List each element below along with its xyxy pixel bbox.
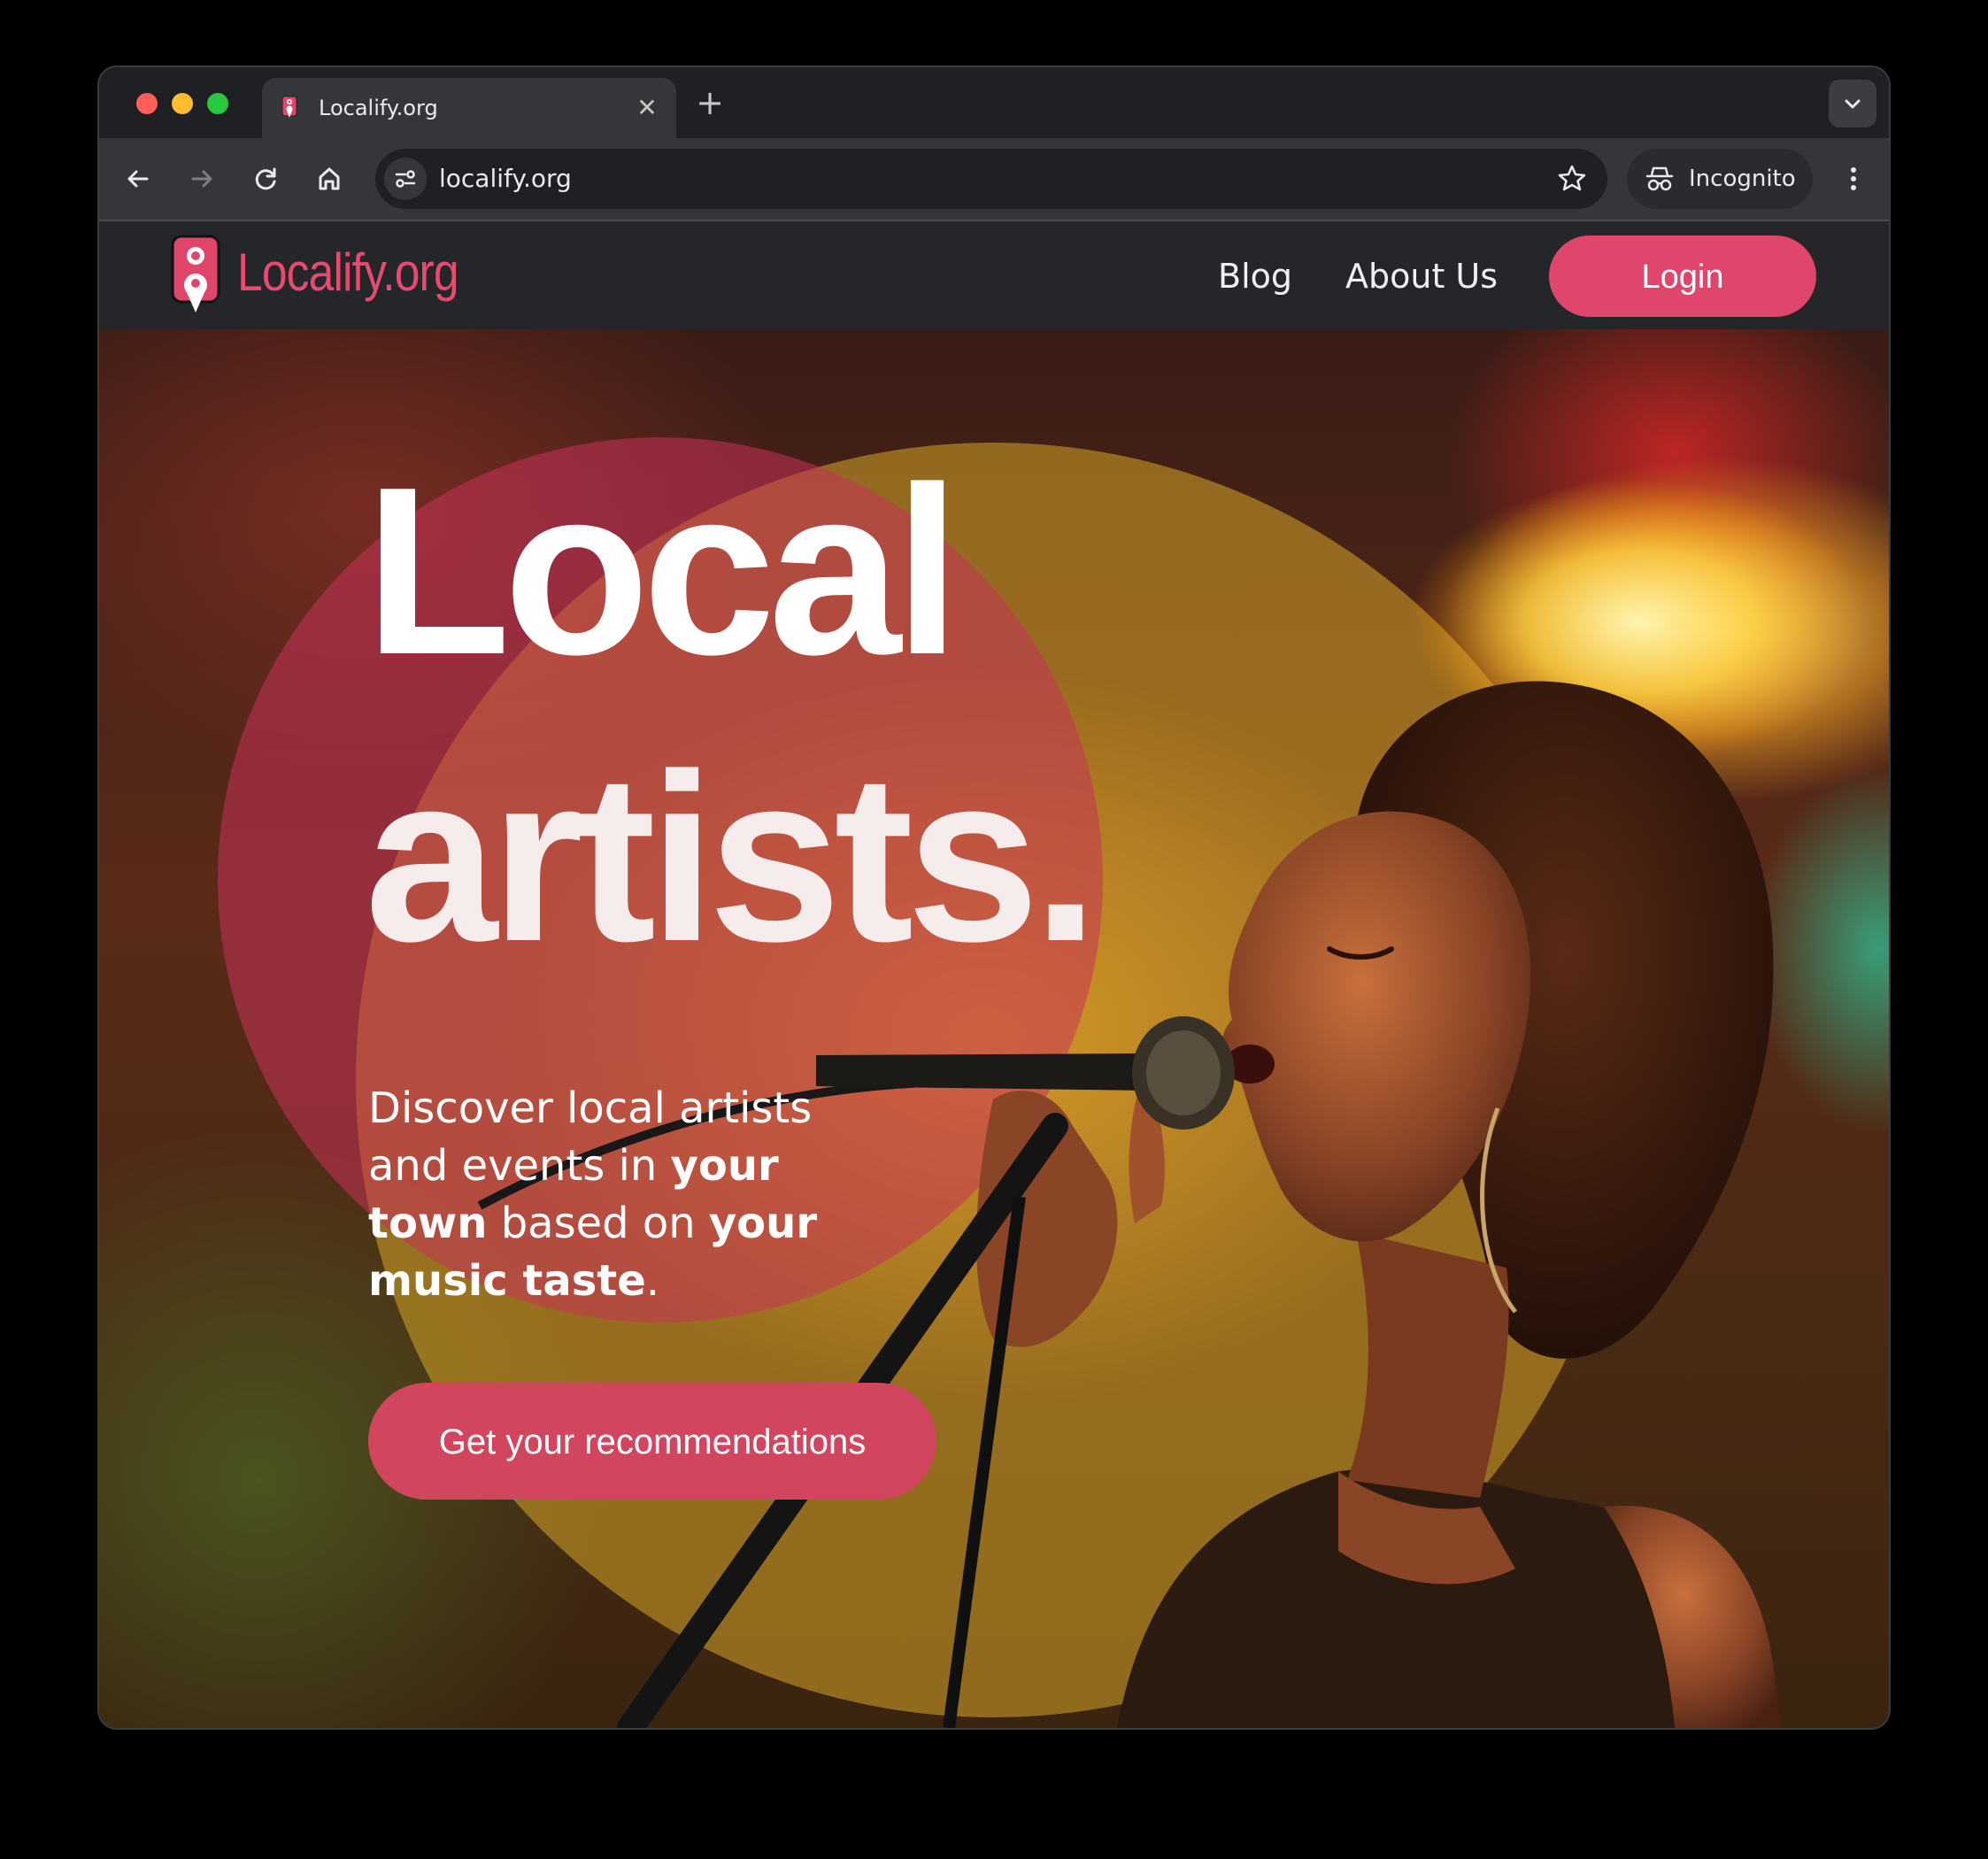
tune-icon [395, 170, 416, 188]
browser-window: Localify.org ✕ + localify.org Incognito … [99, 67, 1889, 1728]
localify-logo-icon[interactable] [170, 234, 221, 315]
home-icon[interactable] [308, 158, 351, 200]
site-info-button[interactable] [384, 158, 427, 200]
chevron-down-icon [1845, 99, 1861, 109]
back-arrow-icon[interactable] [117, 158, 159, 200]
web-page: Localify.org Blog About Us Login Local a… [99, 221, 1889, 1728]
subtext-part-3: . [645, 1256, 660, 1306]
tab-strip: Localify.org ✕ + [99, 67, 1889, 140]
hero-subtext: Discover local artists and events in you… [368, 1080, 864, 1310]
login-button[interactable]: Login [1549, 235, 1816, 317]
subtext-part-2: based on [487, 1199, 709, 1248]
close-tab-icon[interactable]: ✕ [634, 95, 660, 121]
tab-search-button[interactable] [1829, 80, 1876, 127]
reload-icon[interactable] [244, 158, 287, 200]
hero-headline-line2: artists. [365, 725, 1098, 991]
more-menu-icon[interactable] [1832, 158, 1875, 200]
site-header: Localify.org Blog About Us Login [99, 221, 1889, 329]
minimize-window-button[interactable] [172, 93, 193, 114]
incognito-icon [1645, 166, 1674, 191]
browser-tab[interactable]: Localify.org ✕ [262, 78, 676, 140]
tab-title: Localify.org [319, 96, 438, 120]
bookmark-star-icon[interactable] [1554, 161, 1590, 197]
close-window-button[interactable] [136, 93, 158, 114]
maximize-window-button[interactable] [207, 93, 228, 114]
get-recommendations-button[interactable]: Get your recommendations [368, 1383, 936, 1500]
site-logo-text[interactable]: Localify.org [237, 241, 459, 305]
incognito-badge[interactable]: Incognito [1627, 149, 1813, 209]
incognito-label: Incognito [1689, 166, 1796, 192]
url-text[interactable]: localify.org [439, 163, 572, 195]
nav-link-blog[interactable]: Blog [1218, 255, 1292, 297]
new-tab-button[interactable]: + [692, 85, 728, 120]
address-bar[interactable]: localify.org [375, 149, 1607, 209]
hero-section: Local artists. Discover local artists an… [99, 329, 1889, 1728]
hero-headline-line1: Local [365, 438, 960, 705]
localify-favicon-icon [281, 96, 297, 118]
browser-toolbar: localify.org Incognito [99, 138, 1889, 220]
forward-arrow-icon[interactable] [181, 158, 223, 200]
nav-link-about-us[interactable]: About Us [1345, 255, 1498, 297]
